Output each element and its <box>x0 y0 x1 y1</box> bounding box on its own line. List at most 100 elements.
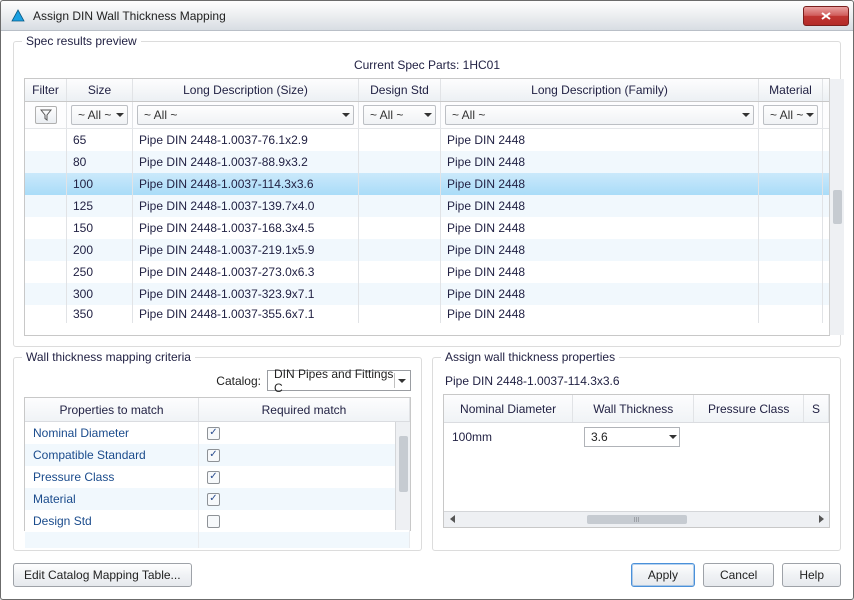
filter-dstd[interactable]: ~ All ~ <box>363 105 436 125</box>
filter-size[interactable]: ~ All ~ <box>71 105 128 125</box>
current-spec-title: Current Spec Parts: 1HC01 <box>24 58 830 72</box>
property-row[interactable]: Pressure Class <box>25 466 410 488</box>
pressure-class-cell <box>700 423 812 451</box>
long1-cell: Pipe DIN 2448-1.0037-355.6x7.1 <box>133 305 359 323</box>
table-row[interactable]: 100Pipe DIN 2448-1.0037-114.3x3.6Pipe DI… <box>25 173 829 195</box>
table-row[interactable]: 150Pipe DIN 2448-1.0037-168.3x4.5 Pipe DI… <box>25 217 829 239</box>
size-cell: 65 <box>67 129 133 151</box>
long2-cell: Pipe DIN 2448 <box>441 217 759 239</box>
required-checkbox[interactable] <box>207 515 220 528</box>
table-row[interactable]: 250Pipe DIN 2448-1.0037-273.0x6.3Pipe DI… <box>25 261 829 283</box>
col-required[interactable]: Required match <box>199 398 410 421</box>
long2-cell: Pipe DIN 2448 <box>441 305 759 323</box>
long1-cell: Pipe DIN 2448-1.0037-219.1x5.9 <box>133 239 359 261</box>
col-size[interactable]: Size <box>67 79 133 101</box>
chevron-down-icon <box>342 113 350 117</box>
property-row[interactable]: Compatible Standard <box>25 444 410 466</box>
property-row[interactable] <box>25 532 410 548</box>
table-row[interactable]: 125Pipe DIN 2448-1.0037-139.7x4.0 Pipe DI… <box>25 195 829 217</box>
chevron-down-icon <box>669 435 677 439</box>
filter-mat[interactable]: ~ All ~ <box>763 105 818 125</box>
spec-results-group: Spec results preview Current Spec Parts:… <box>13 41 841 347</box>
size-cell: 125 <box>67 195 133 217</box>
table-row[interactable]: 200Pipe DIN 2448-1.0037-219.1x5.9Pipe DI… <box>25 239 829 261</box>
col-nominal-diameter[interactable]: Nominal Diameter <box>444 395 573 422</box>
property-name: Pressure Class <box>25 466 199 488</box>
col-wall-thickness[interactable]: Wall Thickness <box>573 395 694 422</box>
filter-icon-button[interactable] <box>35 106 57 124</box>
catalog-label: Catalog: <box>216 374 261 388</box>
size-cell: 100 <box>67 173 133 195</box>
property-row[interactable]: Material <box>25 488 410 510</box>
spec-table: Filter Size Long Description (Size) Desi… <box>24 78 830 336</box>
app-icon <box>9 7 27 25</box>
col-dstd[interactable]: Design Std <box>359 79 441 101</box>
cancel-button[interactable]: Cancel <box>703 563 774 587</box>
scroll-left-button[interactable] <box>445 513 459 525</box>
horizontal-scrollbar[interactable] <box>444 511 829 527</box>
long1-cell: Pipe DIN 2448-1.0037-139.7x4.0 <box>133 195 359 217</box>
required-checkbox[interactable] <box>207 493 220 506</box>
filter-long1[interactable]: ~ All ~ <box>137 105 354 125</box>
scroll-right-button[interactable] <box>814 513 828 525</box>
chevron-down-icon <box>116 113 124 117</box>
assign-row[interactable]: 100mm 3.6 <box>444 423 829 451</box>
s-cell <box>812 423 829 451</box>
property-row[interactable]: Nominal Diameter <box>25 422 410 444</box>
spec-table-header: Filter Size Long Description (Size) Desi… <box>25 79 829 102</box>
catalog-combo[interactable]: DIN Pipes and Fittings C <box>267 370 411 391</box>
long2-cell: Pipe DIN 2448 <box>441 129 759 151</box>
funnel-icon <box>40 109 52 121</box>
long1-cell: Pipe DIN 2448-1.0037-273.0x6.3 <box>133 261 359 283</box>
col-s[interactable]: S <box>804 395 829 422</box>
required-checkbox[interactable] <box>207 449 220 462</box>
col-mat[interactable]: Material <box>759 79 823 101</box>
property-row[interactable]: Design Std <box>25 510 410 532</box>
close-button[interactable] <box>803 6 849 26</box>
size-cell: 300 <box>67 283 133 305</box>
long1-cell: Pipe DIN 2448-1.0037-76.1x2.9 <box>133 129 359 151</box>
assign-label: Assign wall thickness properties <box>441 350 619 364</box>
spec-table-body: 65Pipe DIN 2448-1.0037-76.1x2.9 Pipe DIN … <box>25 129 829 335</box>
criteria-label: Wall thickness mapping criteria <box>22 350 195 364</box>
long1-cell: Pipe DIN 2448-1.0037-168.3x4.5 <box>133 217 359 239</box>
size-cell: 80 <box>67 151 133 173</box>
assign-subtitle: Pipe DIN 2448-1.0037-114.3x3.6 <box>445 374 830 388</box>
apply-button[interactable]: Apply <box>631 563 695 587</box>
vertical-scrollbar[interactable] <box>395 422 410 530</box>
long2-cell: Pipe DIN 2448 <box>441 195 759 217</box>
title-bar[interactable]: Assign DIN Wall Thickness Mapping <box>1 1 853 31</box>
size-cell: 150 <box>67 217 133 239</box>
filter-row: ~ All ~ ~ All ~ ~ All ~ ~ All ~ ~ All ~ <box>25 102 829 129</box>
col-properties[interactable]: Properties to match <box>25 398 199 421</box>
table-row[interactable]: 65Pipe DIN 2448-1.0037-76.1x2.9 Pipe DIN … <box>25 129 829 151</box>
long2-cell: Pipe DIN 2448 <box>441 283 759 305</box>
col-long1[interactable]: Long Description (Size) <box>133 79 359 101</box>
nominal-diameter-cell: 100mm <box>444 423 576 451</box>
vertical-scrollbar[interactable] <box>829 79 844 335</box>
long2-cell: Pipe DIN 2448 <box>441 151 759 173</box>
property-name: Compatible Standard <box>25 444 199 466</box>
col-pressure-class[interactable]: Pressure Class <box>694 395 804 422</box>
required-checkbox[interactable] <box>207 427 220 440</box>
title-text: Assign DIN Wall Thickness Mapping <box>33 9 803 23</box>
footer: Edit Catalog Mapping Table... Apply Canc… <box>1 563 853 599</box>
chevron-down-icon <box>806 113 814 117</box>
table-row[interactable]: 350Pipe DIN 2448-1.0037-355.6x7.1 Pipe DI… <box>25 305 829 323</box>
chevron-down-icon <box>424 113 432 117</box>
spec-results-label: Spec results preview <box>22 34 141 48</box>
wall-thickness-combo[interactable]: 3.6 <box>584 427 680 447</box>
col-filter[interactable]: Filter <box>25 79 67 101</box>
chevron-down-icon <box>394 373 408 388</box>
dialog-window: Assign DIN Wall Thickness Mapping Spec r… <box>0 0 854 600</box>
table-row[interactable]: 300Pipe DIN 2448-1.0037-323.9x7.1Pipe DI… <box>25 283 829 305</box>
table-row[interactable]: 80Pipe DIN 2448-1.0037-88.9x3.2Pipe DIN … <box>25 151 829 173</box>
long2-cell: Pipe DIN 2448 <box>441 173 759 195</box>
col-long2[interactable]: Long Description (Family) <box>441 79 759 101</box>
property-name: Material <box>25 488 199 510</box>
size-cell: 350 <box>67 305 133 323</box>
filter-long2[interactable]: ~ All ~ <box>445 105 754 125</box>
edit-catalog-button[interactable]: Edit Catalog Mapping Table... <box>13 563 192 587</box>
required-checkbox[interactable] <box>207 471 220 484</box>
help-button[interactable]: Help <box>782 563 841 587</box>
